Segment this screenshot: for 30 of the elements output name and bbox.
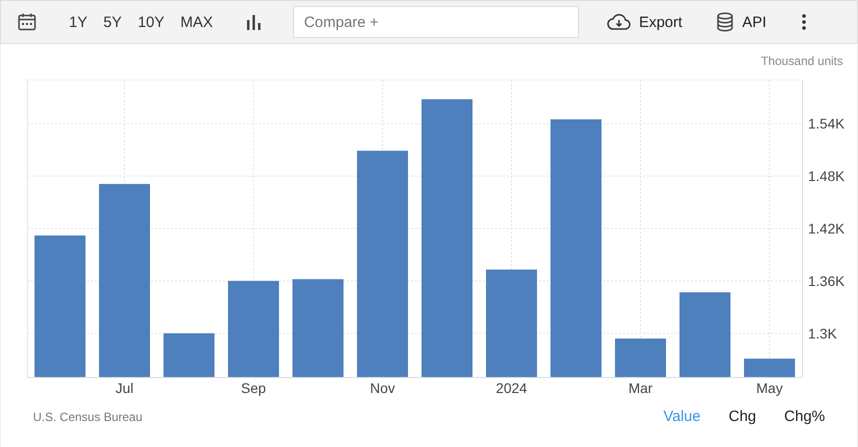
y-axis-label: 1.54K: [808, 116, 845, 132]
x-axis-label: Jul: [116, 380, 134, 396]
mode-tab[interactable]: Chg%: [772, 408, 837, 425]
range-button[interactable]: MAX: [172, 14, 221, 30]
bar: [615, 338, 666, 377]
y-axis-label: 1.36K: [808, 272, 845, 289]
x-axis-label: Nov: [370, 380, 395, 396]
x-axis-label: May: [756, 380, 783, 396]
api-button[interactable]: API: [716, 12, 766, 32]
cloud-download-icon: [606, 13, 631, 31]
x-axis-label: 2024: [496, 380, 528, 396]
mode-tab[interactable]: Chg: [716, 408, 768, 425]
more-icon[interactable]: [802, 14, 806, 30]
range-button[interactable]: 5Y: [95, 14, 130, 30]
compare-field[interactable]: Compare +: [292, 6, 579, 38]
bar-chart-icon[interactable]: [246, 14, 261, 30]
bar: [164, 333, 214, 377]
y-axis-label: 1.3K: [808, 325, 837, 342]
bar: [744, 358, 795, 377]
x-axis-label: Sep: [241, 380, 266, 396]
range-button[interactable]: 10Y: [130, 14, 172, 30]
y-axis-label: 1.42K: [808, 220, 845, 236]
unit-label: Thousand units: [760, 54, 843, 70]
export-button[interactable]: Export: [606, 13, 682, 31]
y-axis-label: 1.48K: [808, 168, 845, 184]
calendar-icon[interactable]: [17, 12, 37, 32]
x-axis-label: Mar: [628, 380, 653, 396]
source-label: U.S. Census Bureau: [33, 410, 142, 424]
range-button[interactable]: 1Y: [61, 14, 96, 30]
database-icon: [716, 12, 734, 32]
